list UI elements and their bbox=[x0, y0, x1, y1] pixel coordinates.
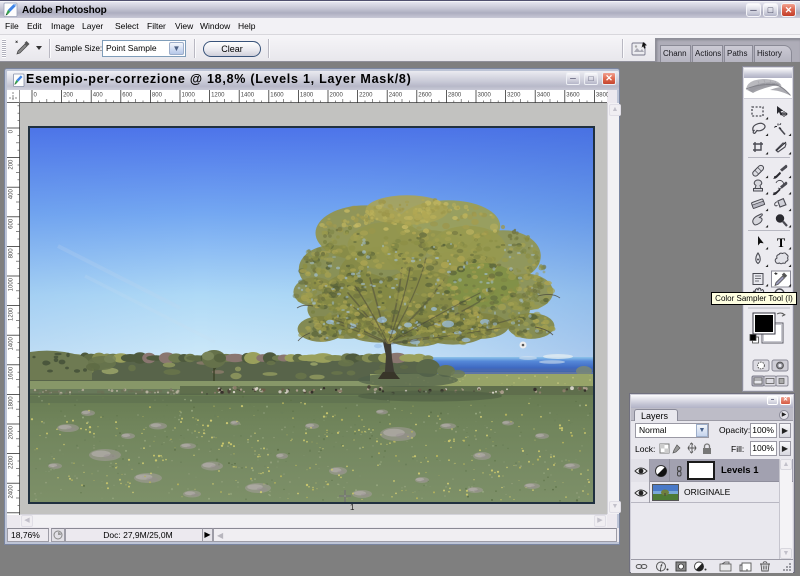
svg-text:200: 200 bbox=[63, 93, 74, 99]
svg-text:0: 0 bbox=[34, 93, 38, 99]
svg-text:2400: 2400 bbox=[9, 485, 15, 499]
svg-text:2200: 2200 bbox=[359, 93, 373, 99]
svg-text:400: 400 bbox=[9, 189, 15, 200]
svg-text:3200: 3200 bbox=[507, 93, 521, 99]
svg-text:1600: 1600 bbox=[9, 366, 15, 380]
svg-text:T: T bbox=[777, 236, 786, 250]
svg-text:2200: 2200 bbox=[9, 455, 15, 469]
svg-text:1800: 1800 bbox=[9, 396, 15, 410]
svg-text:2600: 2600 bbox=[418, 93, 432, 99]
svg-text:2400: 2400 bbox=[389, 93, 403, 99]
svg-text:3600: 3600 bbox=[566, 93, 580, 99]
svg-text:2000: 2000 bbox=[330, 93, 344, 99]
svg-text:3000: 3000 bbox=[478, 93, 492, 99]
svg-text:600: 600 bbox=[122, 93, 133, 99]
svg-text:2800: 2800 bbox=[448, 93, 462, 99]
svg-text:1000: 1000 bbox=[182, 93, 196, 99]
svg-text:3800: 3800 bbox=[596, 93, 608, 99]
svg-text:800: 800 bbox=[152, 93, 163, 99]
svg-text:1800: 1800 bbox=[300, 93, 314, 99]
svg-text:1400: 1400 bbox=[241, 93, 255, 99]
svg-text:1000: 1000 bbox=[9, 277, 15, 291]
svg-text:400: 400 bbox=[93, 93, 104, 99]
svg-text:800: 800 bbox=[9, 248, 15, 259]
svg-text:200: 200 bbox=[9, 159, 15, 170]
svg-text:1600: 1600 bbox=[270, 93, 284, 99]
svg-text:600: 600 bbox=[9, 218, 15, 229]
svg-text:0: 0 bbox=[9, 129, 15, 133]
svg-text:2000: 2000 bbox=[9, 425, 15, 439]
svg-text:1200: 1200 bbox=[9, 307, 15, 321]
svg-text:1200: 1200 bbox=[211, 93, 225, 99]
svg-text:3400: 3400 bbox=[537, 93, 551, 99]
svg-text:1400: 1400 bbox=[9, 337, 15, 351]
